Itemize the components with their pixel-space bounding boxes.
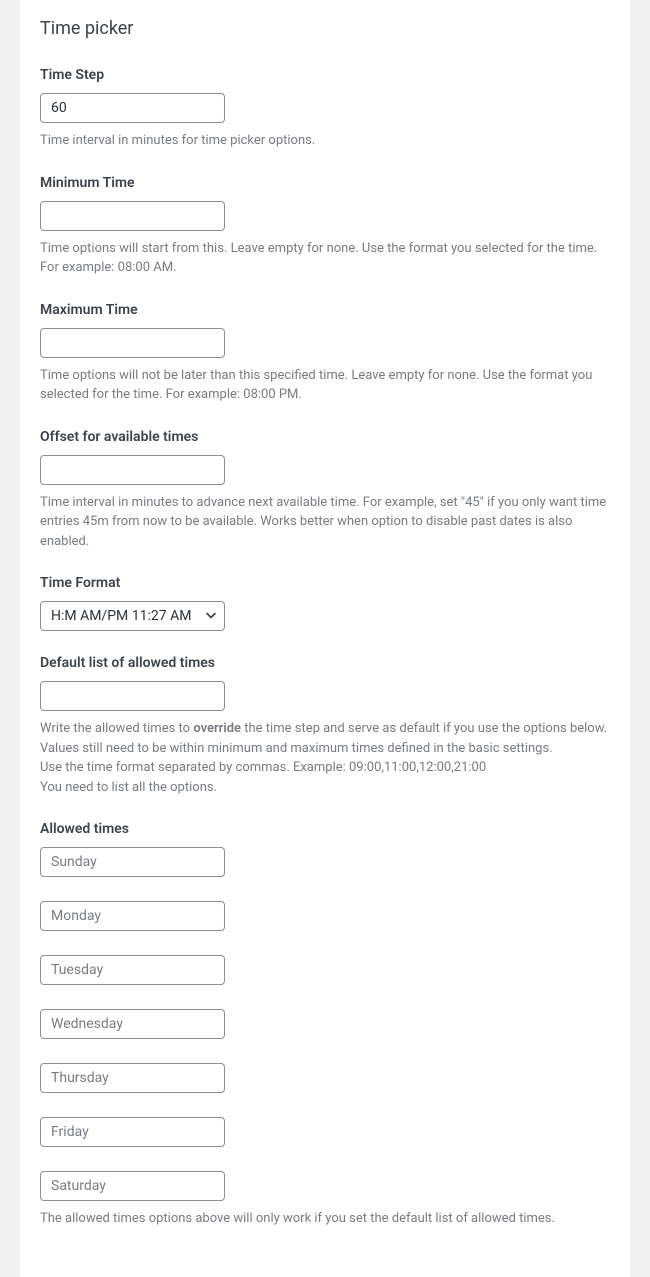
time-step-description: Time interval in minutes for time picker… [40, 131, 610, 151]
default-allowed-desc-line-1: Write the allowed times to override the … [40, 719, 610, 739]
default-allowed-desc-line-3: Use the time format separated by commas.… [40, 758, 610, 778]
default-allowed-group: Default list of allowed times Write the … [40, 655, 610, 797]
default-allowed-label: Default list of allowed times [40, 655, 610, 671]
time-format-label: Time Format [40, 575, 610, 591]
allowed-times-wednesday[interactable] [40, 1009, 225, 1039]
offset-description: Time interval in minutes to advance next… [40, 493, 610, 552]
allowed-times-monday[interactable] [40, 901, 225, 931]
default-allowed-description: Write the allowed times to override the … [40, 719, 610, 797]
allowed-times-list [40, 847, 610, 1201]
minimum-time-input[interactable] [40, 201, 225, 231]
time-format-select[interactable]: H:M AM/PM 11:27 AM [40, 601, 225, 631]
maximum-time-description: Time options will not be later than this… [40, 366, 610, 405]
offset-group: Offset for available times Time interval… [40, 429, 610, 552]
default-allowed-desc-line-2: Values still need to be within minimum a… [40, 739, 610, 759]
allowed-times-description: The allowed times options above will onl… [40, 1209, 610, 1229]
minimum-time-description: Time options will start from this. Leave… [40, 239, 610, 278]
allowed-times-friday[interactable] [40, 1117, 225, 1147]
time-step-group: Time Step Time interval in minutes for t… [40, 67, 610, 151]
minimum-time-label: Minimum Time [40, 175, 610, 191]
time-picker-panel: Time picker Time Step Time interval in m… [20, 0, 630, 1277]
allowed-times-saturday[interactable] [40, 1171, 225, 1201]
default-allowed-desc-line-4: You need to list all the options. [40, 778, 610, 798]
time-step-input[interactable] [40, 93, 225, 123]
maximum-time-input[interactable] [40, 328, 225, 358]
allowed-times-thursday[interactable] [40, 1063, 225, 1093]
maximum-time-group: Maximum Time Time options will not be la… [40, 302, 610, 405]
offset-label: Offset for available times [40, 429, 610, 445]
maximum-time-label: Maximum Time [40, 302, 610, 318]
time-format-group: Time Format H:M AM/PM 11:27 AM [40, 575, 610, 631]
offset-input[interactable] [40, 455, 225, 485]
allowed-times-sunday[interactable] [40, 847, 225, 877]
allowed-times-label: Allowed times [40, 821, 610, 837]
default-allowed-input[interactable] [40, 681, 225, 711]
minimum-time-group: Minimum Time Time options will start fro… [40, 175, 610, 278]
time-step-label: Time Step [40, 67, 610, 83]
allowed-times-group: Allowed times The allowed times options … [40, 821, 610, 1229]
time-format-select-wrapper: H:M AM/PM 11:27 AM [40, 601, 225, 631]
panel-title: Time picker [40, 18, 610, 39]
allowed-times-tuesday[interactable] [40, 955, 225, 985]
